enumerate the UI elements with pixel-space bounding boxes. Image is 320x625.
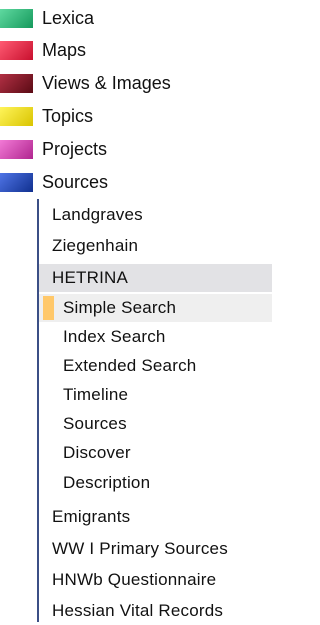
sub-item-index-search[interactable]: Index Search xyxy=(39,323,272,351)
navigation-menu: Lexica Maps Views & Images Topics Projec… xyxy=(0,0,272,625)
sub-item-hessian-vital-records[interactable]: Hessian Vital Records xyxy=(39,597,272,625)
projects-color-icon xyxy=(0,139,33,159)
nav-item-views-images[interactable]: Views & Images xyxy=(0,69,171,97)
active-indicator xyxy=(43,296,54,320)
lexica-color-icon xyxy=(0,8,33,28)
nav-item-label: Projects xyxy=(42,138,108,159)
nav-item-lexica[interactable]: Lexica xyxy=(0,4,94,32)
sub-item-label: Timeline xyxy=(63,385,129,404)
sub-item-label: Sources xyxy=(63,414,127,433)
sub-item-label: Ziegenhain xyxy=(52,236,139,255)
sub-item-sources[interactable]: Sources xyxy=(39,410,272,438)
nav-item-projects[interactable]: Projects xyxy=(0,135,107,163)
sub-item-emigrants[interactable]: Emigrants xyxy=(39,503,272,531)
sources-submenu: Landgraves Ziegenhain HETRINA Simple Sea… xyxy=(37,199,272,622)
sub-item-label: HETRINA xyxy=(52,268,129,287)
nav-item-label: Sources xyxy=(42,171,109,192)
nav-item-label: Lexica xyxy=(42,7,95,28)
sub-item-label: HNWb Questionnaire xyxy=(52,570,217,589)
sub-item-label: Discover xyxy=(63,443,131,462)
sub-item-label: Simple Search xyxy=(63,298,177,317)
sub-item-label: Index Search xyxy=(63,327,166,346)
topics-color-icon xyxy=(0,106,33,126)
maps-color-icon xyxy=(0,40,33,60)
sub-item-description[interactable]: Description xyxy=(39,469,272,497)
sub-item-label: Extended Search xyxy=(63,356,197,375)
sub-item-discover[interactable]: Discover xyxy=(39,439,272,467)
sub-item-hetrina[interactable]: HETRINA xyxy=(39,264,272,292)
sub-item-simple-search[interactable]: Simple Search xyxy=(39,294,272,322)
sub-item-label: Landgraves xyxy=(52,205,143,224)
sub-item-label: Emigrants xyxy=(52,507,131,526)
sub-item-landgraves[interactable]: Landgraves xyxy=(39,201,272,229)
nav-item-topics[interactable]: Topics xyxy=(0,102,93,130)
sub-item-extended-search[interactable]: Extended Search xyxy=(39,352,272,380)
nav-item-maps[interactable]: Maps xyxy=(0,36,86,64)
nav-item-label: Views & Images xyxy=(42,72,171,93)
sub-item-label: Hessian Vital Records xyxy=(52,601,224,620)
sources-color-icon xyxy=(0,172,33,192)
sub-item-ziegenhain[interactable]: Ziegenhain xyxy=(39,232,272,260)
nav-item-label: Maps xyxy=(42,39,87,60)
nav-item-label: Topics xyxy=(42,105,94,126)
sub-item-label: WW I Primary Sources xyxy=(52,539,228,558)
sub-item-timeline[interactable]: Timeline xyxy=(39,381,272,409)
sub-item-hnwb-questionnaire[interactable]: HNWb Questionnaire xyxy=(39,566,272,594)
sub-item-label: Description xyxy=(63,473,151,492)
views-images-color-icon xyxy=(0,73,33,93)
sub-item-ww-i-primary-sources[interactable]: WW I Primary Sources xyxy=(39,535,272,563)
nav-item-sources[interactable]: Sources xyxy=(0,168,108,196)
